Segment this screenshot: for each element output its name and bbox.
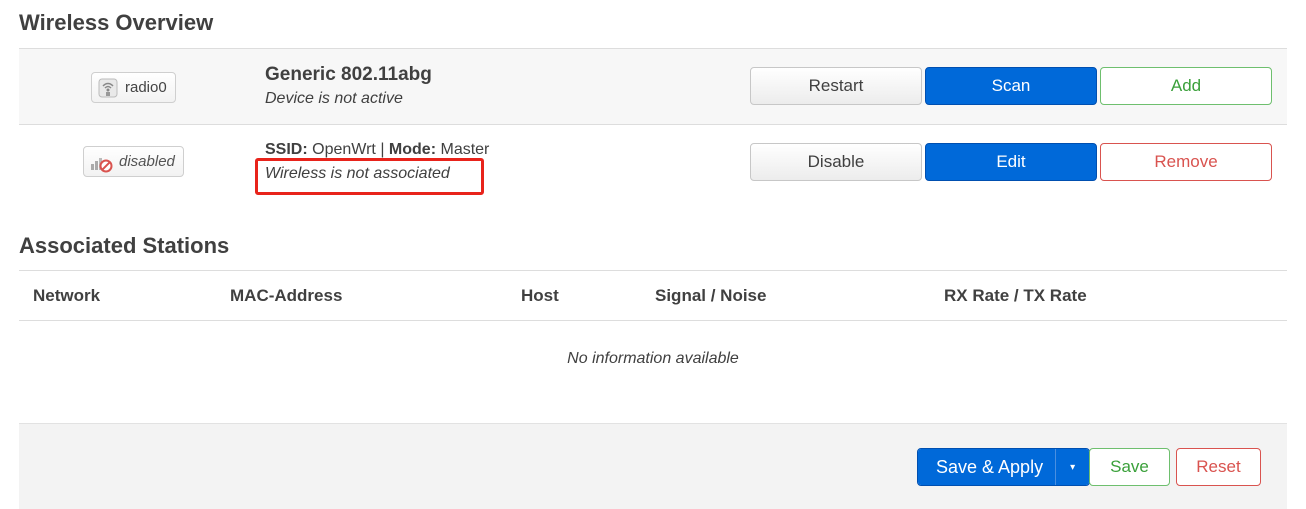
save-apply-split-button: Save & Apply ▾ (917, 448, 1091, 486)
network-row: disabled SSID: OpenWrt | Mode: Master Wi… (19, 124, 1287, 199)
radio-device-status: Device is not active (265, 90, 403, 107)
remove-button[interactable]: Remove (1100, 143, 1272, 181)
network-status-badge-label: disabled (119, 153, 175, 170)
save-apply-dropdown-toggle[interactable]: ▾ (1055, 449, 1090, 485)
stations-table-body: No information available (19, 321, 1287, 421)
radio-badge: radio0 (91, 72, 176, 103)
radio-device-name: Generic 802.11abg (265, 64, 432, 85)
mode-label: Mode: (388, 141, 437, 158)
ssid-mode-separator: | (380, 141, 385, 158)
column-host: Host (521, 286, 559, 305)
column-signal-noise: Signal / Noise (655, 286, 767, 305)
reset-button[interactable]: Reset (1176, 448, 1261, 486)
network-status-badge: disabled (83, 146, 184, 177)
scan-button[interactable]: Scan (925, 67, 1097, 105)
save-button[interactable]: Save (1089, 448, 1170, 486)
page-actions-bar: Save & Apply ▾ Save Reset (19, 423, 1287, 509)
column-mac-address: MAC-Address (230, 286, 343, 305)
wireless-overview-table: radio0 Generic 802.11abg Device is not a… (19, 48, 1287, 199)
column-rx-tx-rate: RX Rate / TX Rate (944, 286, 1087, 305)
wireless-overview-title: Wireless Overview (19, 10, 214, 35)
column-network: Network (33, 286, 101, 305)
associated-stations-title: Associated Stations (19, 233, 230, 258)
associated-stations-table: Network MAC-Address Host Signal / Noise … (19, 270, 1287, 421)
wifi-radio-icon (97, 77, 119, 99)
mode-value: Master (440, 141, 490, 158)
association-highlight-box (255, 158, 484, 195)
empty-table-message: No information available (567, 350, 739, 367)
stations-table-header: Network MAC-Address Host Signal / Noise … (19, 270, 1287, 321)
disable-button[interactable]: Disable (750, 143, 922, 181)
ssid-mode-line: SSID: OpenWrt | Mode: Master (265, 141, 489, 159)
radio-badge-label: radio0 (125, 79, 167, 96)
radio-row: radio0 Generic 802.11abg Device is not a… (19, 48, 1287, 124)
add-button[interactable]: Add (1100, 67, 1272, 105)
signal-disabled-icon (89, 151, 113, 173)
ssid-value: OpenWrt (312, 141, 376, 158)
ssid-label: SSID: (265, 141, 308, 158)
edit-button[interactable]: Edit (925, 143, 1097, 181)
save-apply-button[interactable]: Save & Apply (918, 449, 1056, 485)
restart-button[interactable]: Restart (750, 67, 922, 105)
